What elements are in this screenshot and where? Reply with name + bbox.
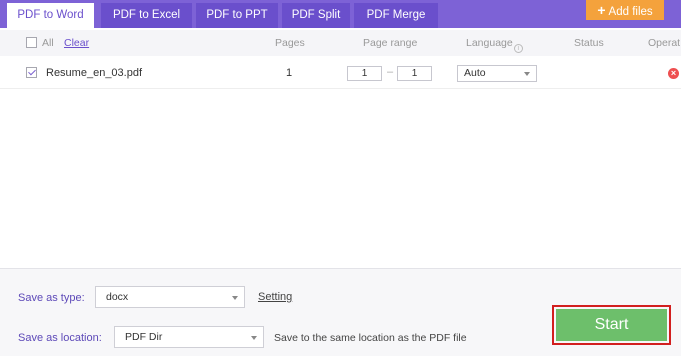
file-row[interactable]: Resume_en_03.pdf 1 1 – 1 Auto ×: [0, 57, 681, 89]
tab-pdf-split[interactable]: PDF Split: [282, 3, 350, 28]
clear-link[interactable]: Clear: [64, 37, 89, 49]
add-files-label: Add files: [608, 6, 653, 18]
save-type-label: Save as type:: [18, 292, 85, 304]
tab-pdf-to-word[interactable]: PDF to Word: [7, 3, 94, 28]
file-list-header: All Clear Pages Page range Language i Sta…: [0, 30, 681, 56]
tab-pdf-to-excel[interactable]: PDF to Excel: [101, 3, 192, 28]
save-type-value: docx: [106, 291, 129, 303]
save-location-label: Save as location:: [18, 332, 102, 344]
info-icon[interactable]: i: [513, 44, 523, 53]
select-all-label: All: [42, 37, 54, 49]
start-button[interactable]: Start: [556, 309, 667, 341]
page-range-column-header: Page range: [363, 37, 418, 49]
pages-column-header: Pages: [275, 37, 305, 49]
select-all-checkbox[interactable]: [26, 37, 37, 48]
tab-pdf-merge[interactable]: PDF Merge: [354, 3, 438, 28]
file-checkbox[interactable]: [26, 67, 37, 78]
range-to-input[interactable]: 1: [397, 66, 432, 81]
tab-bar: PDF to Word PDF to Excel PDF to PPT PDF …: [0, 0, 681, 28]
operation-column-header: Operat: [648, 37, 681, 49]
add-files-button[interactable]: + Add files: [586, 0, 664, 20]
setting-link[interactable]: Setting: [258, 291, 292, 303]
status-column-header: Status: [574, 37, 604, 49]
language-column-header: Language i: [466, 37, 523, 53]
chevron-down-icon: [524, 72, 530, 76]
plus-icon: +: [597, 2, 606, 18]
tab-pdf-to-ppt[interactable]: PDF to PPT: [196, 3, 278, 28]
save-location-note: Save to the same location as the PDF fil…: [274, 332, 467, 344]
range-separator: –: [387, 66, 394, 78]
chevron-down-icon: [232, 296, 238, 300]
save-location-value: PDF Dir: [125, 331, 163, 343]
remove-file-icon[interactable]: ×: [668, 68, 679, 79]
save-type-select[interactable]: docx: [95, 286, 245, 308]
save-location-select[interactable]: PDF Dir: [114, 326, 264, 348]
output-options-panel: Save as type: docx Setting Save as locat…: [0, 268, 681, 356]
language-select[interactable]: Auto: [457, 65, 537, 82]
language-header-label: Language: [466, 37, 513, 49]
language-value: Auto: [464, 67, 486, 79]
start-button-highlight: Start: [552, 305, 671, 345]
range-from-input[interactable]: 1: [347, 66, 382, 81]
file-name: Resume_en_03.pdf: [46, 67, 143, 79]
chevron-down-icon: [251, 336, 257, 340]
file-pages: 1: [286, 67, 293, 79]
